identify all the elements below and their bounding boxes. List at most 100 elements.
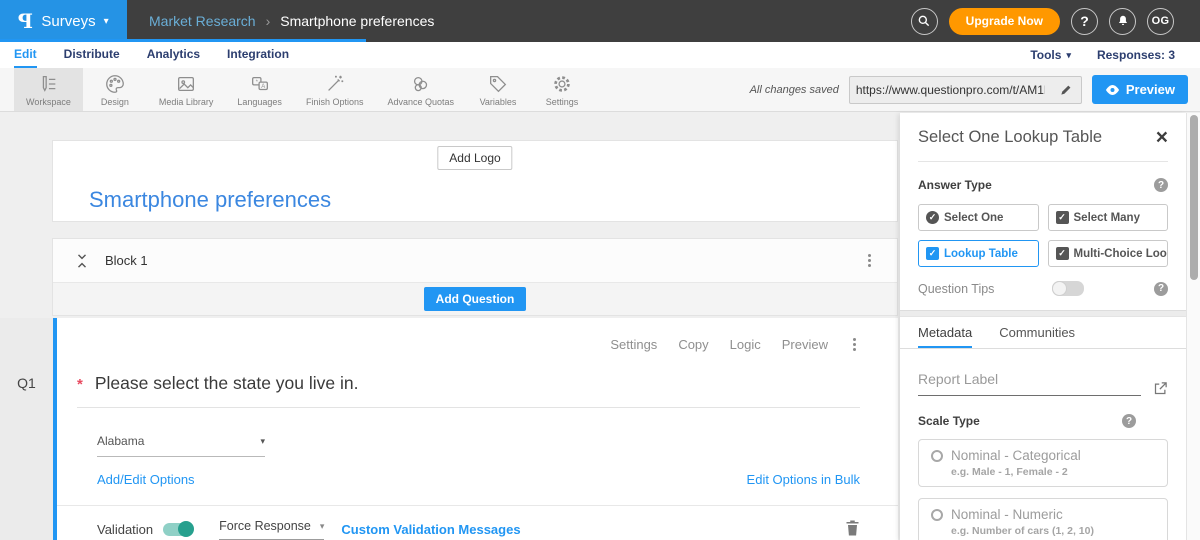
divider: [57, 505, 898, 506]
question-text[interactable]: Please select the state you live in.: [95, 373, 359, 394]
product-name: Surveys: [41, 13, 95, 30]
question-copy-link[interactable]: Copy: [678, 337, 708, 352]
validation-toggle[interactable]: [163, 523, 193, 536]
external-link-icon[interactable]: [1153, 381, 1168, 396]
close-icon[interactable]: ×: [1156, 130, 1168, 146]
block-header: Block 1: [53, 239, 897, 282]
option-links-row: Add/Edit Options Edit Options in Bulk: [97, 472, 860, 487]
block-title[interactable]: Block 1: [105, 253, 148, 268]
notifications-button[interactable]: [1109, 8, 1136, 35]
answer-type-lookup-table[interactable]: ✓ Lookup Table: [918, 240, 1039, 267]
svg-text:A: A: [261, 84, 265, 90]
add-logo-button[interactable]: Add Logo: [437, 146, 512, 170]
help-button[interactable]: ?: [1071, 8, 1098, 35]
chevron-down-icon: ▾: [104, 16, 109, 27]
question-menu-kebab-icon[interactable]: [849, 334, 860, 355]
report-label-input[interactable]: [918, 371, 1141, 396]
required-asterisk: *: [77, 376, 83, 393]
tab-metadata[interactable]: Metadata: [918, 317, 972, 348]
question-logic-link[interactable]: Logic: [730, 337, 761, 352]
toolbar-advance-quotas[interactable]: Advance Quotas: [375, 68, 466, 111]
progress-bar: [0, 39, 366, 42]
answer-type-select-one[interactable]: ✓ Select One: [918, 204, 1039, 231]
toolbar-workspace[interactable]: Workspace: [14, 68, 83, 111]
scale-option-nominal-numeric[interactable]: Nominal - Numeric e.g. Number of cars (1…: [918, 498, 1168, 540]
toolbar-languages[interactable]: A* Languages: [225, 68, 294, 111]
tools-menu[interactable]: Tools ▾: [1030, 48, 1071, 62]
preview-button[interactable]: Preview: [1092, 75, 1188, 104]
toolbar-right: All changes saved Preview: [750, 68, 1200, 111]
tab-distribute[interactable]: Distribute: [64, 42, 120, 68]
toolbar-finish-options[interactable]: Finish Options: [294, 68, 376, 111]
survey-title[interactable]: Smartphone preferences: [89, 187, 331, 213]
tag-icon: [487, 73, 509, 95]
panel-header: Select One Lookup Table ×: [918, 113, 1168, 162]
scale-option-nominal-categorical[interactable]: Nominal - Categorical e.g. Male - 1, Fem…: [918, 439, 1168, 487]
scale-type-header: Scale Type ?: [918, 414, 1168, 428]
custom-validation-messages-link[interactable]: Custom Validation Messages: [341, 522, 520, 537]
question-gutter: Q1: [0, 318, 53, 540]
palette-icon: [104, 73, 126, 95]
add-question-strip: Add Question: [53, 282, 897, 315]
toolbar-settings[interactable]: Settings: [530, 68, 594, 111]
breadcrumb-survey-name: Smartphone preferences: [280, 13, 434, 29]
eye-icon: [1105, 84, 1120, 96]
pencil-icon: [1059, 83, 1073, 97]
trash-icon: [845, 519, 860, 537]
tab-integration[interactable]: Integration: [227, 42, 289, 68]
workspace: Add Logo Smartphone preferences Block 1 …: [0, 113, 1200, 540]
scale-type-label: Scale Type: [918, 414, 980, 428]
help-icon[interactable]: ?: [1122, 414, 1136, 428]
panel-scrollbar[interactable]: [1186, 113, 1200, 540]
question-toolbar: Settings Copy Logic Preview: [610, 334, 860, 355]
collapse-icon[interactable]: [75, 252, 89, 270]
tab-edit[interactable]: Edit: [14, 42, 37, 68]
help-icon[interactable]: ?: [1154, 282, 1168, 296]
scrollbar-thumb[interactable]: [1190, 115, 1198, 280]
answer-type-multi-choice-lookup[interactable]: ✓ Multi-Choice Lookup: [1048, 240, 1169, 267]
answer-dropdown[interactable]: Alabama ▾: [97, 434, 265, 457]
edit-url-button[interactable]: [1051, 77, 1081, 103]
force-response-dropdown[interactable]: Force Response ▾: [219, 519, 324, 540]
toolbar-design[interactable]: Design: [83, 68, 147, 111]
question-preview-link[interactable]: Preview: [782, 337, 828, 352]
validation-group: Validation: [97, 522, 193, 540]
question-tips-toggle[interactable]: [1052, 281, 1084, 296]
delete-question-button[interactable]: [845, 519, 860, 540]
search-button[interactable]: [911, 8, 938, 35]
upgrade-now-button[interactable]: Upgrade Now: [949, 8, 1060, 35]
survey-url-input[interactable]: [850, 83, 1051, 97]
add-question-button[interactable]: Add Question: [424, 287, 527, 311]
question-tips-label: Question Tips: [918, 282, 994, 296]
question-tips-row: Question Tips ?: [918, 281, 1168, 296]
survey-url-box: [849, 76, 1082, 104]
question-settings-link[interactable]: Settings: [610, 337, 657, 352]
survey-nav: Edit Distribute Analytics Integration To…: [0, 42, 1200, 68]
questionpro-logo-icon: P: [18, 9, 33, 33]
survey-header-card: Add Logo Smartphone preferences: [52, 140, 898, 222]
translate-icon: A*: [249, 73, 271, 95]
question-text-row: * Please select the state you live in.: [77, 373, 860, 408]
block-menu-kebab-icon[interactable]: [864, 250, 875, 271]
toolbar-media-library[interactable]: Media Library: [147, 68, 226, 111]
tab-communities[interactable]: Communities: [999, 317, 1075, 348]
surveys-product-menu[interactable]: P Surveys ▾: [0, 0, 127, 42]
answer-type-options: ✓ Select One ✓ Select Many ✓ Lookup Tabl…: [918, 204, 1168, 267]
nav-right: Tools ▾ Responses: 3: [1030, 42, 1175, 68]
magic-wand-icon: [324, 73, 346, 95]
workspace-icon: [37, 73, 59, 95]
avatar[interactable]: OG: [1147, 8, 1174, 35]
toolbar-variables[interactable]: Variables: [466, 68, 530, 111]
responses-count[interactable]: Responses: 3: [1097, 48, 1175, 62]
breadcrumb-folder[interactable]: Market Research: [149, 13, 256, 29]
square-check-icon: ✓: [1056, 211, 1069, 224]
circle-check-icon: ✓: [926, 211, 939, 224]
help-icon[interactable]: ?: [1154, 178, 1168, 192]
chevron-down-icon: ▾: [260, 436, 265, 447]
tab-analytics[interactable]: Analytics: [147, 42, 200, 68]
add-edit-options-link[interactable]: Add/Edit Options: [97, 472, 195, 487]
edit-options-in-bulk-link[interactable]: Edit Options in Bulk: [747, 472, 860, 487]
breadcrumb-separator-icon: ›: [266, 13, 271, 29]
answer-type-select-many[interactable]: ✓ Select Many: [1048, 204, 1169, 231]
scale-example: e.g. Number of cars (1, 2, 10): [951, 525, 1155, 537]
